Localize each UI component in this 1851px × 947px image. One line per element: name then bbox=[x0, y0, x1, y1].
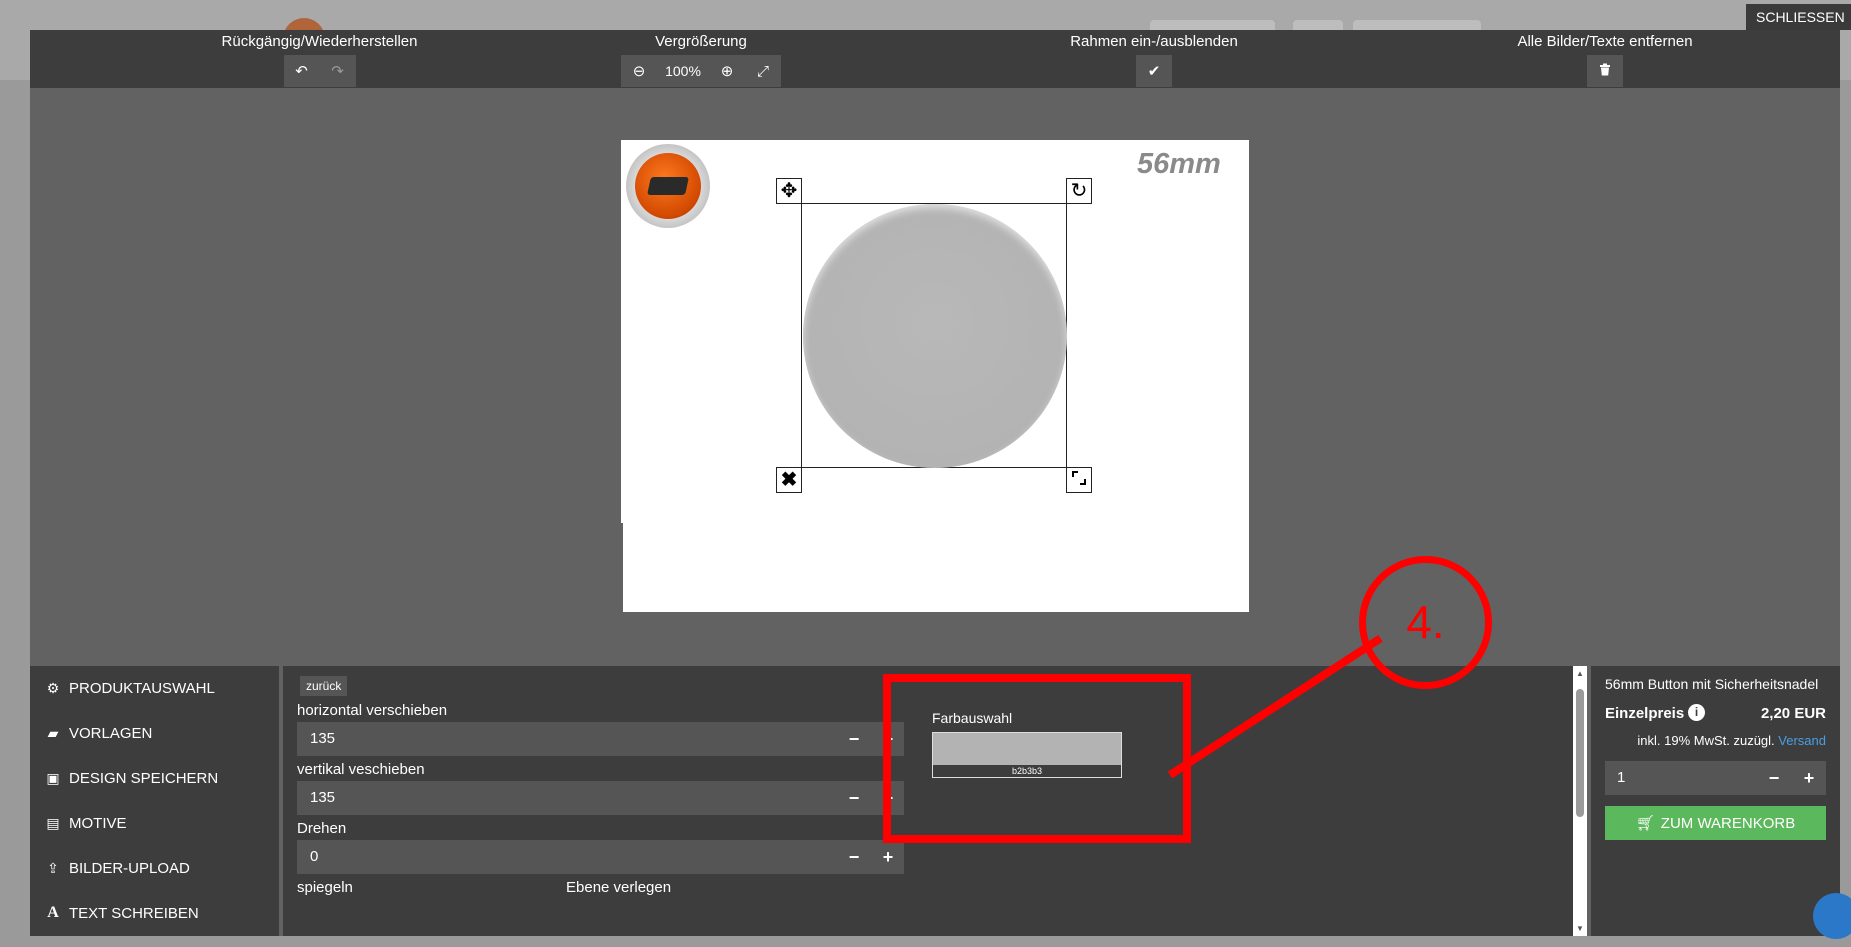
undo-redo-group: Rückgängig/Wiederherstellen ↶ ↷ bbox=[177, 30, 462, 87]
quantity-value[interactable]: 1 bbox=[1617, 761, 1625, 795]
designer-sidebar: ⚙ PRODUKTAUSWAHL ▰ VORLAGEN ▣ DESIGN SPE… bbox=[30, 666, 279, 936]
frame-toggle-label: Rahmen ein-/ausblenden bbox=[1070, 33, 1238, 50]
close-icon: ✖ bbox=[780, 469, 798, 491]
move-icon: ✥ bbox=[780, 180, 798, 202]
sidebar-item-label: MOTIVE bbox=[69, 814, 127, 832]
delete-handle[interactable]: ✖ bbox=[776, 467, 802, 493]
horizontal-label: horizontal verschieben bbox=[297, 702, 448, 719]
vertical-label: vertikal veschieben bbox=[297, 761, 425, 778]
design-canvas[interactable]: 56mm ✥ ↻ ✖ bbox=[621, 140, 1249, 612]
unit-price-value: 2,20 EUR bbox=[1760, 705, 1826, 722]
horizontal-stepper[interactable]: 135 − + bbox=[297, 722, 904, 756]
upload-icon: ⇪ bbox=[47, 859, 59, 876]
add-to-cart-button[interactable]: 🛒︎ ZUM WARENKORB bbox=[1605, 806, 1826, 840]
sidebar-item-label: DESIGN SPEICHERN bbox=[69, 769, 219, 787]
size-label: 56mm bbox=[1137, 148, 1221, 180]
close-button[interactable]: SCHLIESSEN bbox=[1746, 4, 1851, 30]
quantity-stepper[interactable]: 1 − + bbox=[1605, 761, 1826, 795]
plus-icon[interactable]: + bbox=[1793, 761, 1825, 795]
scroll-down-icon[interactable]: ▼ bbox=[1576, 924, 1584, 933]
info-icon[interactable]: i bbox=[1688, 704, 1705, 721]
sidebar-item-label: BILDER-UPLOAD bbox=[69, 859, 190, 877]
sidebar-item-motive[interactable]: ▤ MOTIVE bbox=[30, 801, 279, 845]
minus-icon[interactable]: − bbox=[838, 781, 870, 815]
layer-label: Ebene verlegen bbox=[566, 879, 672, 896]
sidebar-item-vorlagen[interactable]: ▰ VORLAGEN bbox=[30, 711, 279, 755]
button-preview[interactable] bbox=[803, 204, 1067, 468]
zoom-label: Vergrößerung bbox=[655, 33, 747, 50]
minus-icon[interactable]: − bbox=[838, 840, 870, 874]
cart-panel: 56mm Button mit Sicherheitsnadel Einzelp… bbox=[1591, 666, 1840, 936]
product-title: 56mm Button mit Sicherheitsnadel bbox=[1605, 676, 1819, 692]
annotation-highlight-box bbox=[883, 674, 1191, 843]
properties-scrollbar[interactable]: ▲ ▼ bbox=[1573, 666, 1587, 936]
zoom-level: 100% bbox=[665, 63, 701, 79]
frame-toggle-group: Rahmen ein-/ausblenden ✔ bbox=[1060, 30, 1248, 87]
minus-icon[interactable]: − bbox=[838, 722, 870, 756]
vertical-value[interactable]: 135 bbox=[310, 781, 335, 815]
unit-price-label: Einzelpreis bbox=[1605, 705, 1685, 722]
check-icon: ✔ bbox=[1147, 63, 1161, 80]
undo-redo-label: Rückgängig/Wiederherstellen bbox=[221, 33, 418, 50]
zoom-out-icon: ⊖ bbox=[632, 63, 646, 80]
sidebar-item-label: VORLAGEN bbox=[69, 724, 153, 742]
horizontal-value[interactable]: 135 bbox=[310, 722, 335, 756]
tax-note-text: inkl. 19% MwSt. zuzügl. bbox=[1637, 733, 1775, 748]
redo-button[interactable]: ↷ bbox=[320, 55, 356, 87]
save-icon: ▣ bbox=[46, 769, 60, 786]
vertical-stepper[interactable]: 135 − + bbox=[297, 781, 904, 815]
rotate-icon: ↻ bbox=[1070, 180, 1088, 202]
add-to-cart-label: ZUM WARENKORB bbox=[1660, 814, 1796, 832]
undo-button[interactable]: ↶ bbox=[284, 55, 320, 87]
zoom-group: Vergrößerung ⊖ 100% ⊕ ⤢ bbox=[616, 30, 786, 87]
sidebar-item-bilder-upload[interactable]: ⇪ BILDER-UPLOAD bbox=[30, 846, 279, 890]
resize-icon bbox=[1070, 469, 1088, 491]
rotate-value[interactable]: 0 bbox=[310, 840, 318, 874]
redo-icon: ↷ bbox=[331, 63, 344, 80]
rotate-label: Drehen bbox=[297, 820, 347, 837]
folder-open-icon: ▰ bbox=[47, 724, 59, 741]
move-handle[interactable]: ✥ bbox=[776, 178, 802, 204]
cubes-icon: ⚙ bbox=[46, 679, 60, 696]
zoom-in-button[interactable]: ⊕ bbox=[709, 55, 745, 87]
back-button[interactable]: zurück bbox=[300, 676, 348, 696]
mirror-label: spiegeln bbox=[297, 879, 353, 896]
sidebar-item-design-speichern[interactable]: ▣ DESIGN SPEICHERN bbox=[30, 756, 279, 800]
sidebar-item-label: PRODUKTAUSWAHL bbox=[69, 679, 215, 697]
remove-all-label: Alle Bilder/Texte entfernen bbox=[1517, 33, 1693, 50]
sidebar-item-produktauswahl[interactable]: ⚙ PRODUKTAUSWAHL bbox=[30, 666, 279, 710]
minus-icon[interactable]: − bbox=[1758, 761, 1790, 795]
brand-badge bbox=[626, 144, 710, 228]
chat-widget-button[interactable] bbox=[1813, 893, 1851, 939]
frame-toggle-button[interactable]: ✔ bbox=[1136, 55, 1172, 87]
sidebar-item-label: TEXT SCHREIBEN bbox=[69, 904, 199, 922]
annotation-step-number: 4. bbox=[1406, 596, 1445, 648]
tax-note: inkl. 19% MwSt. zuzügl. Versand bbox=[1637, 733, 1826, 748]
rotate-handle[interactable]: ↻ bbox=[1066, 178, 1092, 204]
undo-icon: ↶ bbox=[295, 63, 308, 80]
selection-frame[interactable]: ✥ ↻ ✖ bbox=[776, 178, 1092, 493]
remove-all-group: Alle Bilder/Texte entfernen bbox=[1500, 30, 1710, 87]
basket-icon: 🛒︎ bbox=[1635, 815, 1655, 832]
scrollbar-thumb[interactable] bbox=[1576, 689, 1584, 817]
text-icon: A bbox=[47, 904, 59, 921]
zoom-in-icon: ⊕ bbox=[720, 63, 734, 80]
designer-toolbar: Rückgängig/Wiederherstellen ↶ ↷ Vergröße… bbox=[30, 30, 1840, 88]
fit-screen-button[interactable]: ⤢ bbox=[745, 55, 781, 87]
zoom-out-button[interactable]: ⊖ bbox=[621, 55, 657, 87]
remove-all-button[interactable] bbox=[1587, 55, 1623, 87]
image-icon: ▤ bbox=[46, 814, 60, 831]
scroll-up-icon[interactable]: ▲ bbox=[1576, 669, 1584, 678]
sidebar-item-text-schreiben[interactable]: A TEXT SCHREIBEN bbox=[30, 891, 279, 935]
resize-handle[interactable] bbox=[1066, 467, 1092, 493]
shipping-link[interactable]: Versand bbox=[1778, 733, 1826, 748]
expand-icon: ⤢ bbox=[756, 62, 769, 80]
trash-icon bbox=[1599, 63, 1611, 80]
plus-icon[interactable]: + bbox=[872, 840, 904, 874]
anvil-icon bbox=[647, 177, 689, 195]
rotate-stepper[interactable]: 0 − + bbox=[297, 840, 904, 874]
